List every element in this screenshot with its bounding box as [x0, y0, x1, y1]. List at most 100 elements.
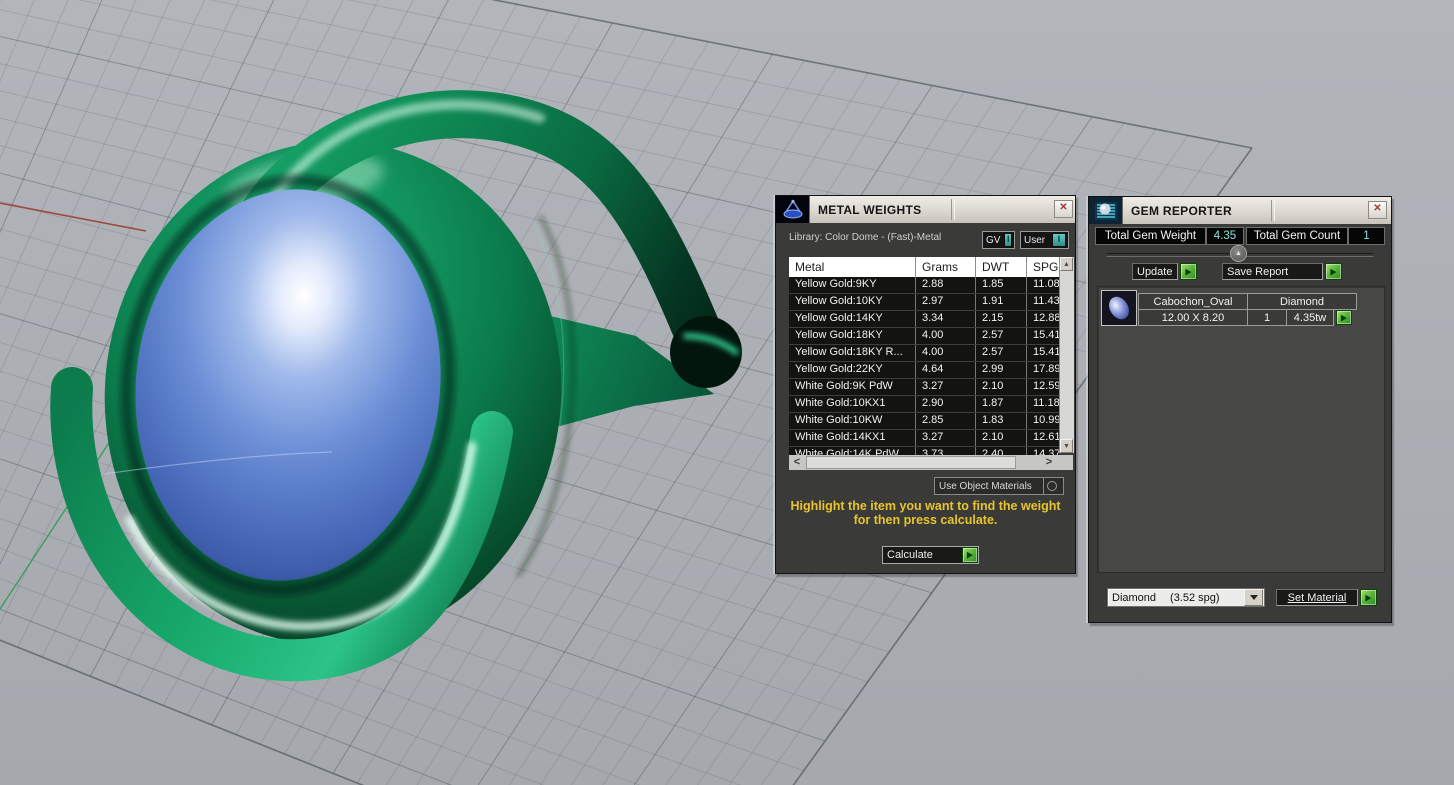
metal-value-cell: 2.90 [916, 396, 976, 412]
scroll-left-button[interactable]: < [789, 455, 805, 470]
gem-size-cell[interactable]: 12.00 X 8.20 [1138, 309, 1248, 326]
gem-list-container: Cabochon_Oval Diamond 12.00 X 8.20 1 4.3… [1097, 286, 1385, 573]
update-button[interactable]: Update [1132, 263, 1178, 280]
metal-value-cell: 1.91 [976, 294, 1027, 310]
save-report-label: Save Report [1227, 265, 1289, 278]
material-dropdown-spg: (3.52 spg) [1170, 591, 1220, 604]
gem-count-cell[interactable]: 1 [1247, 309, 1287, 326]
column-header-dwt[interactable]: DWT [976, 257, 1027, 277]
column-header-spg[interactable]: SPG [1027, 257, 1059, 277]
gem-reporter-close-button[interactable]: ✕ [1368, 201, 1387, 219]
update-arrow-icon[interactable]: ▶ [1180, 263, 1197, 280]
total-gem-count-label-box: Total Gem Count [1246, 227, 1348, 245]
metal-value-cell: 1.87 [976, 396, 1027, 412]
dropdown-arrow-button[interactable] [1244, 589, 1263, 606]
gem-weight-cell[interactable]: 4.35tw [1286, 309, 1334, 326]
metal-table-row[interactable]: Yellow Gold:18KY R... 4.00 2.57 15.41 [789, 345, 1059, 362]
use-object-materials-toggle[interactable]: Use Object Materials [934, 477, 1064, 495]
metal-table-row[interactable]: Yellow Gold:10KY 2.97 1.91 11.43 [789, 294, 1059, 311]
collapse-button[interactable]: ▲ [1230, 245, 1247, 262]
use-object-materials-radio[interactable] [1043, 478, 1059, 494]
metal-weights-close-button[interactable]: ✕ [1054, 200, 1073, 218]
column-header-metal[interactable]: Metal [789, 257, 916, 277]
metal-value-cell: 4.00 [916, 328, 976, 344]
gem-reporter-title: GEM REPORTER [1131, 203, 1232, 218]
metal-table-row[interactable]: Yellow Gold:18KY 4.00 2.57 15.41 [789, 328, 1059, 345]
metal-table-row[interactable]: White Gold:14KX1 3.27 2.10 12.61 [789, 430, 1059, 447]
gem-reporter-icon [1089, 197, 1122, 224]
metal-value-cell: 12.59 [1033, 380, 1059, 392]
metal-value-cell: 12.88 [1033, 312, 1059, 324]
metal-value-cell: 3.27 [916, 379, 976, 395]
set-material-label: Set Material [1287, 591, 1347, 604]
user-toggle-button[interactable]: User I [1020, 231, 1069, 249]
x-axis-line [0, 202, 147, 232]
update-label: Update [1137, 265, 1173, 278]
metal-value-cell: 1.85 [976, 277, 1027, 293]
metal-name-cell: White Gold:9K PdW [789, 379, 916, 395]
metal-weights-panel: METAL WEIGHTS ✕ Library: Color Dome - (F… [775, 195, 1076, 574]
total-gem-weight-label: Total Gem Weight [1104, 230, 1197, 242]
scroll-down-button[interactable]: ▼ [1060, 439, 1073, 453]
titlebar-divider [951, 199, 955, 220]
metal-name-cell: White Gold:14KX1 [789, 430, 916, 446]
gem-thumbnail[interactable] [1101, 290, 1137, 326]
metal-value-cell: 2.57 [976, 345, 1027, 361]
metal-name-cell: White Gold:10KW [789, 413, 916, 429]
material-dropdown[interactable]: Diamond (3.52 spg) [1107, 588, 1265, 607]
instruction-line-1: Highlight the item you want to find the … [790, 499, 1061, 513]
scroll-right-button[interactable]: > [1041, 455, 1057, 470]
metal-table-row[interactable]: Yellow Gold:22KY 4.64 2.99 17.89 [789, 362, 1059, 379]
horizontal-scroll-thumb[interactable] [806, 456, 1016, 469]
gem-reporter-titlebar[interactable]: GEM REPORTER ✕ [1089, 197, 1391, 224]
metal-table-row[interactable]: Yellow Gold:9KY 2.88 1.85 11.08 [789, 277, 1059, 294]
gem-shape-header[interactable]: Cabochon_Oval [1138, 293, 1248, 310]
metal-value-cell: 2.15 [976, 311, 1027, 327]
metal-value-cell: 11.18 [1033, 397, 1059, 409]
gem-row-arrow-icon[interactable]: ▶ [1336, 310, 1352, 325]
total-gem-weight-label-box: Total Gem Weight [1095, 227, 1206, 245]
metal-name-cell: Yellow Gold:18KY R... [789, 345, 916, 361]
gv-toggle-button[interactable]: GV I [982, 231, 1015, 249]
scroll-up-button[interactable]: ▲ [1060, 257, 1073, 271]
calculate-button[interactable]: Calculate ▶ [882, 546, 979, 564]
application-window: METAL WEIGHTS ✕ Library: Color Dome - (F… [0, 0, 1454, 785]
metal-table-header: Metal Grams DWT SPG [789, 257, 1059, 277]
metal-value-cell: 15.41 [1033, 329, 1059, 341]
metal-value-cell: 2.10 [976, 430, 1027, 446]
metal-value-cell: 1.83 [976, 413, 1027, 429]
metal-table-body: Yellow Gold:9KY 2.88 1.85 11.08 Yellow Gold:… [789, 277, 1059, 464]
gv-toggle-indicator: I [1004, 233, 1012, 247]
metal-table-row[interactable]: White Gold:10KX1 2.90 1.87 11.18 [789, 396, 1059, 413]
table-vertical-scrollbar[interactable]: ▲ ▼ [1059, 257, 1074, 453]
material-library-label: Library: Color Dome - (Fast)-Metal [789, 232, 942, 243]
metal-name-cell: Yellow Gold:9KY [789, 277, 916, 293]
metal-table-row[interactable]: White Gold:9K PdW 3.27 2.10 12.59 [789, 379, 1059, 396]
table-horizontal-scrollbar[interactable]: < > [789, 455, 1073, 470]
set-material-arrow-icon[interactable]: ▶ [1360, 589, 1377, 606]
save-report-button[interactable]: Save Report [1222, 263, 1323, 280]
metal-weights-scale-icon [776, 196, 809, 223]
metal-weights-title: METAL WEIGHTS [818, 202, 922, 217]
user-toggle-indicator: I [1052, 233, 1066, 247]
metal-value-cell: 4.64 [916, 362, 976, 378]
metal-value-cell: 12.61 [1033, 431, 1059, 443]
calculate-arrow-icon[interactable]: ▶ [962, 547, 978, 563]
metal-name-cell: Yellow Gold:22KY [789, 362, 916, 378]
total-gem-weight-value-box: 4.35 [1206, 227, 1244, 245]
material-dropdown-value: Diamond [1112, 591, 1157, 604]
instruction-line-2: for then press calculate. [853, 513, 998, 527]
column-header-grams[interactable]: Grams [916, 257, 976, 277]
save-report-arrow-icon[interactable]: ▶ [1325, 263, 1342, 280]
total-gem-count-label: Total Gem Count [1253, 230, 1341, 242]
gem-material-header[interactable]: Diamond [1247, 293, 1357, 310]
metal-weights-titlebar[interactable]: METAL WEIGHTS ✕ [776, 196, 1075, 223]
titlebar-divider [1271, 200, 1275, 221]
metal-value-cell: 2.99 [976, 362, 1027, 378]
metal-value-cell: 2.10 [976, 379, 1027, 395]
metal-value-cell: 3.34 [916, 311, 976, 327]
set-material-button[interactable]: Set Material [1276, 589, 1358, 606]
collapse-arrow-icon: ▲ [1235, 250, 1242, 257]
metal-table-row[interactable]: Yellow Gold:14KY 3.34 2.15 12.88 [789, 311, 1059, 328]
metal-table-row[interactable]: White Gold:10KW 2.85 1.83 10.99 [789, 413, 1059, 430]
